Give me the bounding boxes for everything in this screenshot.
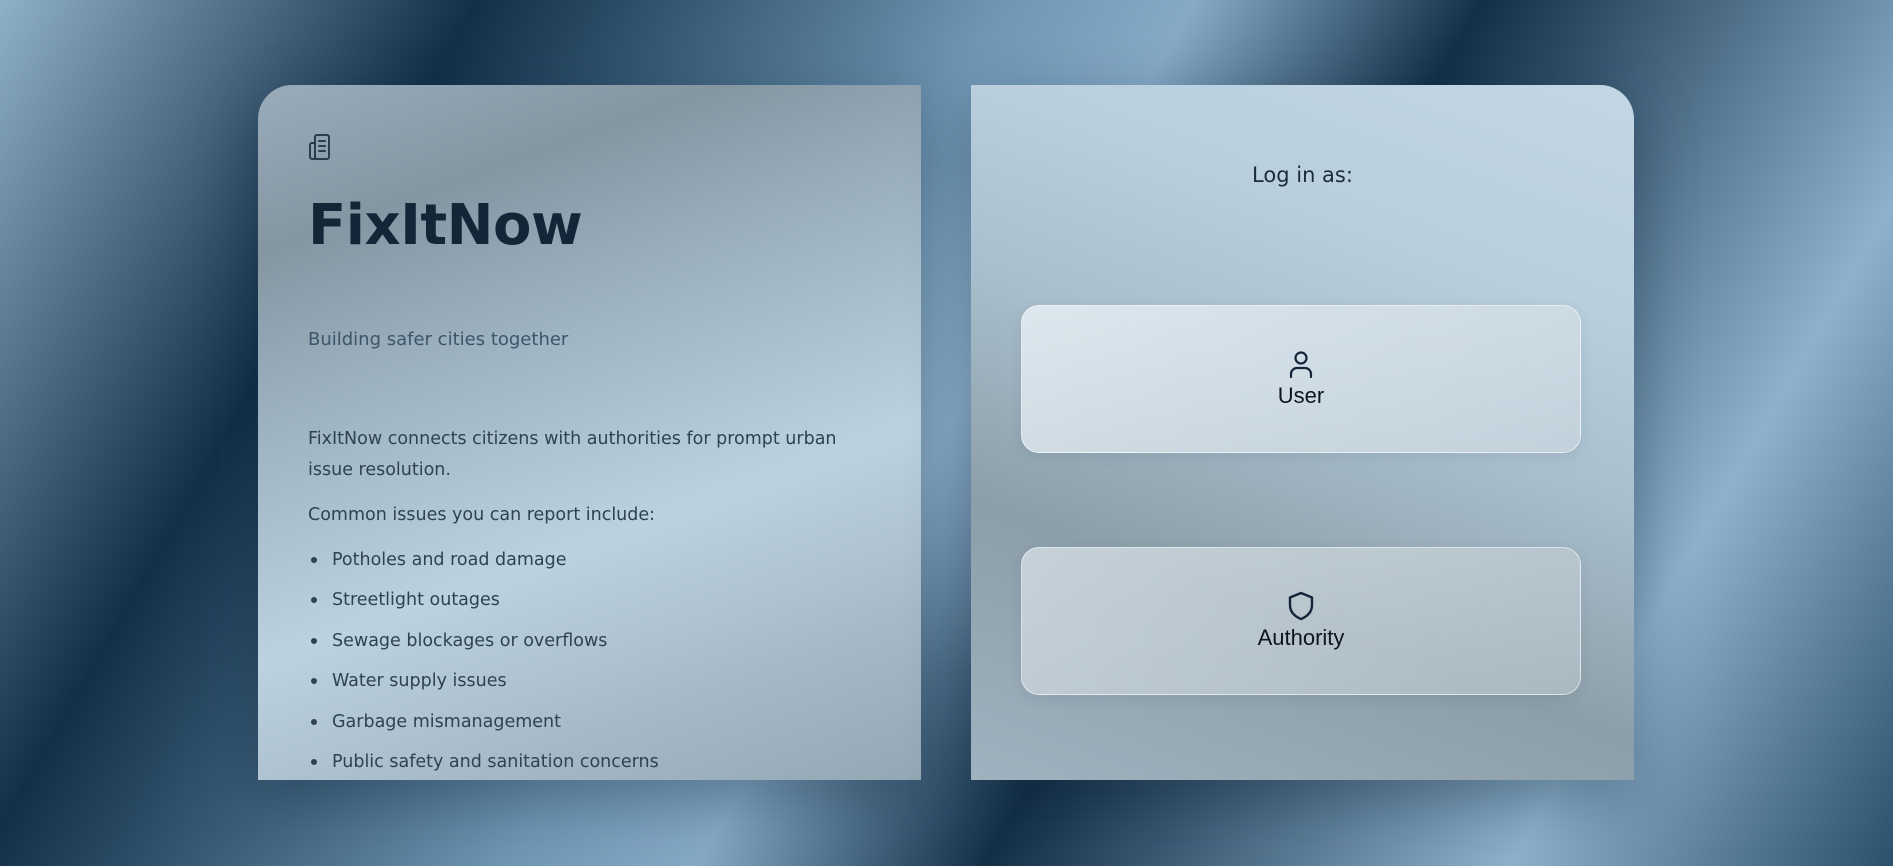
user-login-button[interactable]: User [1021, 305, 1581, 453]
app-title: FixItNow [308, 193, 583, 258]
authority-login-button[interactable]: Authority [1021, 547, 1581, 695]
issues-heading: Common issues you can report include: [308, 505, 656, 525]
list-item: Streetlight outages [308, 585, 868, 625]
issue-list: Potholes and road damage Streetlight out… [308, 545, 868, 780]
intro-paragraph: FixItNow connects citizens with authorit… [308, 429, 837, 480]
list-item: Public safety and sanitation concerns [308, 747, 868, 780]
info-panel: FixItNow Building safer cities together … [258, 85, 921, 780]
authority-login-label: Authority [1257, 625, 1345, 650]
list-item: Garbage mismanagement [308, 707, 868, 747]
tagline: Building safer cities together [308, 329, 569, 350]
shield-icon [1287, 591, 1315, 621]
login-heading: Log in as: [1252, 163, 1353, 187]
list-item: Water supply issues [308, 666, 868, 706]
user-icon [1287, 349, 1315, 379]
login-panel: Log in as: User Authority [971, 85, 1634, 780]
list-item: Potholes and road damage [308, 545, 868, 585]
user-login-label: User [1277, 383, 1325, 408]
list-item: Sewage blockages or overflows [308, 626, 868, 666]
building-icon [308, 133, 334, 161]
